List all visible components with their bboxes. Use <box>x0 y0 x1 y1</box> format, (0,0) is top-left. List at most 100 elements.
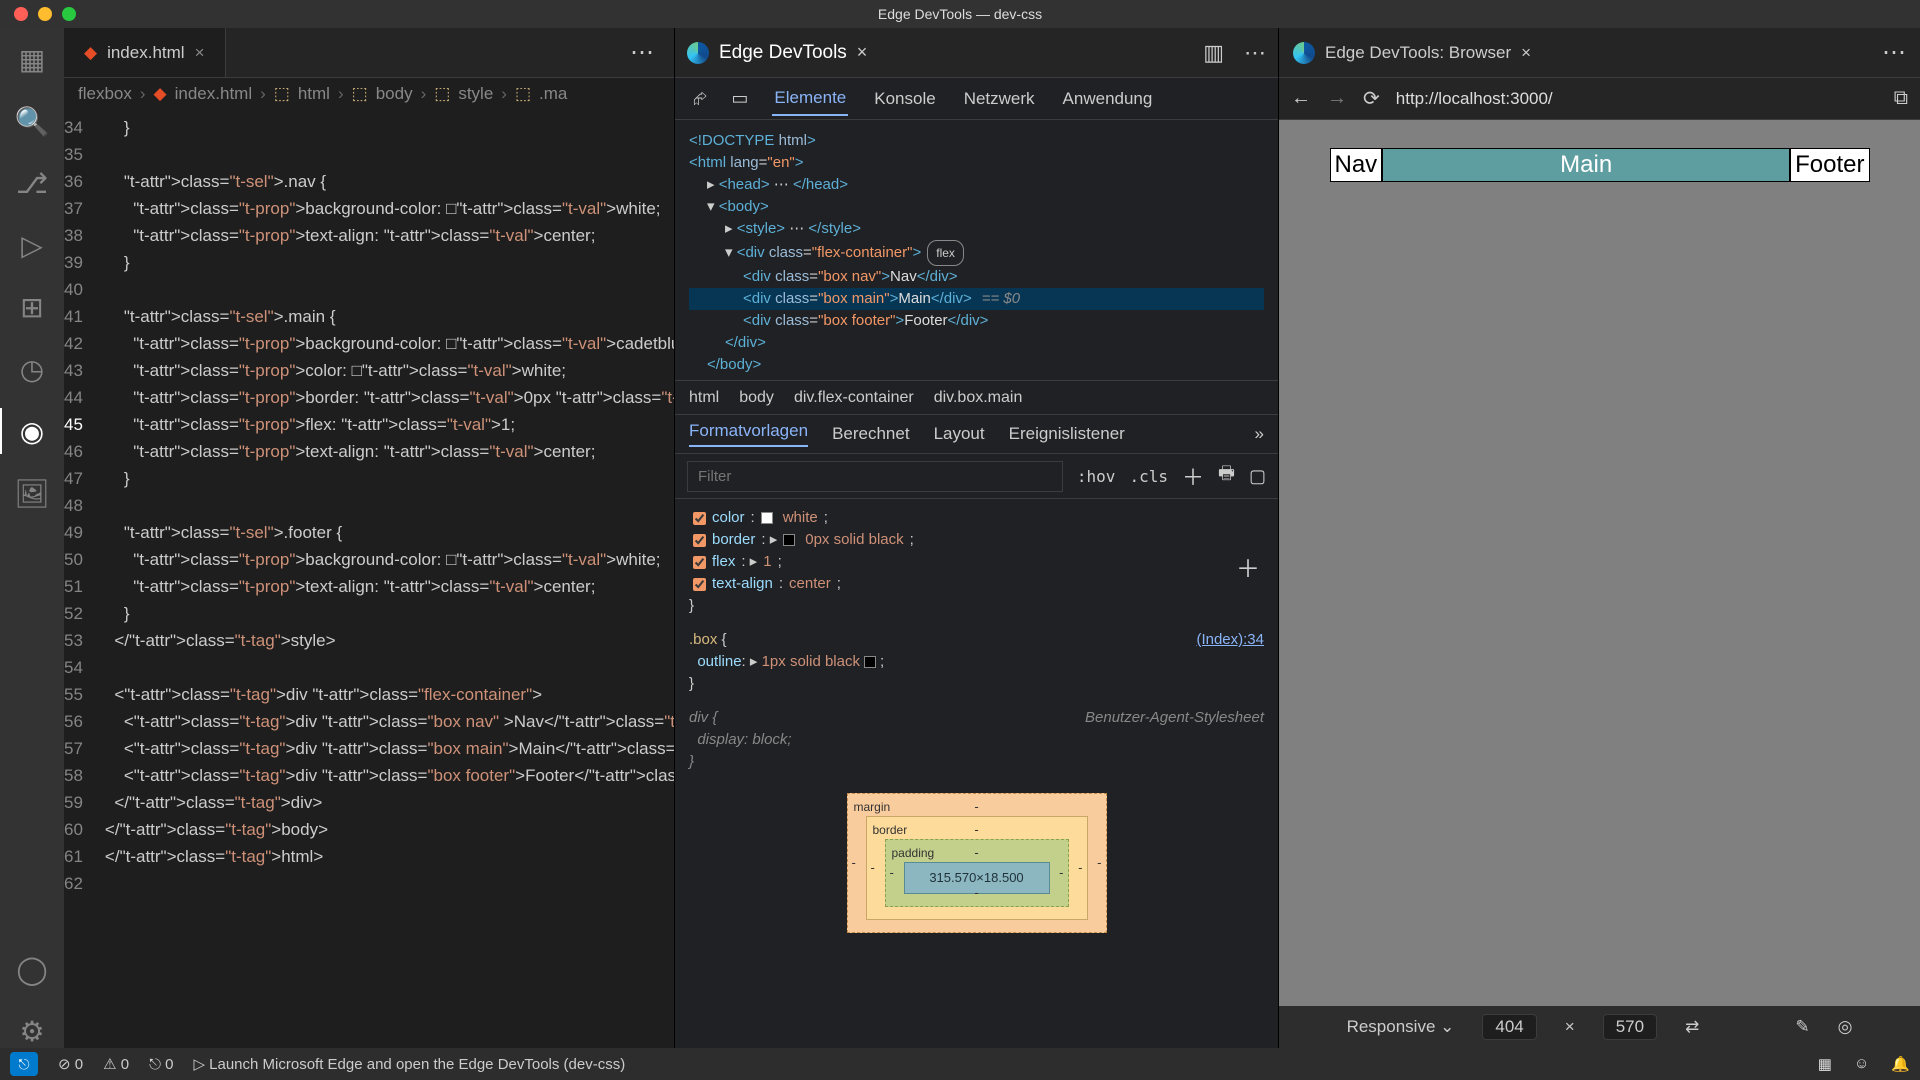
search-icon[interactable]: 🔍 <box>15 104 49 138</box>
html-file-icon: ◆ <box>84 43 97 63</box>
tab-konsole[interactable]: Konsole <box>872 83 937 115</box>
add-declaration-icon[interactable]: ＋ <box>1236 559 1260 581</box>
preview-nav: Nav <box>1330 148 1383 182</box>
styles-pane[interactable]: color: white; border: ▸ 0px solid black;… <box>675 499 1278 941</box>
status-warnings[interactable]: ⚠ 0 <box>103 1055 129 1073</box>
remote-indicator[interactable]: ⎋ <box>10 1052 38 1076</box>
devtools-more-icon[interactable]: ⋯ <box>1244 40 1266 66</box>
inspect-element-icon[interactable]: ⮳ <box>693 88 707 109</box>
split-editor-icon[interactable]: ▥ <box>1203 40 1224 66</box>
status-launch-hint[interactable]: ▷ Launch Microsoft Edge and open the Edg… <box>193 1055 625 1073</box>
breadcrumb-item[interactable]: flexbox <box>78 84 132 104</box>
device-height-input[interactable]: 570 <box>1603 1014 1657 1040</box>
stab-berechnet[interactable]: Berechnet <box>832 424 910 444</box>
media-icon[interactable]: 🖼 <box>15 476 49 510</box>
close-devtools-tab-icon[interactable]: × <box>857 42 868 63</box>
ua-stylesheet-label: Benutzer-Agent-Stylesheet <box>1085 707 1264 729</box>
status-bell-icon[interactable]: 🔔 <box>1891 1055 1910 1073</box>
close-browser-tab-icon[interactable]: × <box>1521 43 1531 63</box>
settings-gear-icon[interactable]: ⚙ <box>15 1014 49 1048</box>
device-settings-icon[interactable]: ◎ <box>1838 1017 1853 1037</box>
editor-tab-label: index.html <box>107 43 184 63</box>
device-emulation-icon[interactable]: ▭ <box>731 88 748 109</box>
status-ports[interactable]: ⎋ 0 <box>149 1056 173 1073</box>
status-feedback-icon[interactable]: ☺ <box>1854 1055 1869 1073</box>
stab-events[interactable]: Ereignislistener <box>1009 424 1125 444</box>
tab-elemente[interactable]: Elemente <box>772 82 848 116</box>
maximize-window-button[interactable] <box>62 7 76 21</box>
breadcrumb-item[interactable]: body <box>376 84 413 104</box>
crumb-body[interactable]: body <box>739 389 774 407</box>
source-control-icon[interactable]: ⎇ <box>15 166 49 200</box>
preview-footer: Footer <box>1790 148 1869 182</box>
bm-padding-label: padding <box>892 842 935 864</box>
code-editor[interactable]: 3435363738394041424344454647484950515253… <box>64 110 674 1048</box>
editor-breadcrumb[interactable]: flexbox› ◆index.html› ⬚html› ⬚body› ⬚sty… <box>64 78 674 110</box>
breadcrumb-item[interactable]: index.html <box>175 84 252 104</box>
explorer-icon[interactable]: ▦ <box>15 42 49 76</box>
devtools-dom-tree[interactable]: <!DOCTYPE html> <html lang="en"> ▸ <head… <box>675 120 1278 380</box>
devtools-dom-crumbs[interactable]: html body div.flex-container div.box.mai… <box>675 380 1278 414</box>
styles-filter-input[interactable] <box>687 461 1063 492</box>
toggle-computed-icon[interactable]: ▢ <box>1249 466 1266 487</box>
breadcrumb-item[interactable]: style <box>458 84 493 104</box>
crumb-html[interactable]: html <box>689 389 719 407</box>
cls-toggle[interactable]: .cls <box>1129 467 1168 486</box>
stab-layout[interactable]: Layout <box>934 424 985 444</box>
rule-selector-div: div <box>689 709 708 726</box>
device-toolbar: Responsive ⌄ 404 × 570 ⇄ ✎ ◎ <box>1279 1006 1920 1048</box>
minimize-window-button[interactable] <box>38 7 52 21</box>
activity-bar: ▦ 🔍 ⎇ ▷ ⊞ ◷ ◉ 🖼 ◯ ⚙ <box>0 28 64 1048</box>
breadcrumb-item[interactable]: .ma <box>539 84 567 104</box>
stab-formatvorlagen[interactable]: Formatvorlagen <box>689 421 808 447</box>
editor-tab-index-html[interactable]: ◆ index.html × <box>64 28 226 77</box>
breadcrumb-item[interactable]: html <box>298 84 330 104</box>
accounts-icon[interactable]: ◯ <box>15 952 49 986</box>
window-title: Edge DevTools — dev-css <box>878 6 1042 22</box>
devtools-tab-row: Edge DevTools × ▥ ⋯ <box>675 28 1278 78</box>
browser-tab-title: Edge DevTools: Browser <box>1325 43 1511 63</box>
browser-more-icon[interactable]: ⋯ <box>1882 38 1906 67</box>
status-layout-icon[interactable]: ▦ <box>1818 1055 1832 1073</box>
close-window-button[interactable] <box>14 7 28 21</box>
rule-source-link[interactable]: (Index):34 <box>1196 629 1264 651</box>
crumb-main[interactable]: div.box.main <box>934 389 1023 407</box>
styles-more-icon[interactable]: » <box>1255 424 1264 444</box>
print-media-icon[interactable]: 🖶 <box>1218 461 1235 491</box>
device-eyedropper-icon[interactable]: ✎ <box>1795 1017 1809 1037</box>
nav-back-icon[interactable]: ← <box>1291 87 1311 110</box>
run-debug-icon[interactable]: ▷ <box>15 228 49 262</box>
new-style-rule-icon[interactable]: ＋ <box>1182 460 1204 492</box>
edge-logo-icon <box>1293 42 1315 64</box>
devtools-panel-tabs: ⮳ ▭ Elemente Konsole Netzwerk Anwendung <box>675 78 1278 120</box>
crumb-container[interactable]: div.flex-container <box>794 389 914 407</box>
nav-forward-icon[interactable]: → <box>1327 87 1347 110</box>
edge-devtools-icon[interactable]: ◉ <box>15 414 49 448</box>
device-mode[interactable]: Responsive ⌄ <box>1347 1017 1455 1037</box>
extensions-icon[interactable]: ⊞ <box>15 290 49 324</box>
rule-selector-box: .box <box>689 631 717 648</box>
browser-viewport[interactable]: Nav Main Footer <box>1330 148 1870 182</box>
device-swap-icon[interactable]: ⇄ <box>1685 1017 1699 1037</box>
browser-tab[interactable]: Edge DevTools: Browser × <box>1293 42 1531 64</box>
device-width-input[interactable]: 404 <box>1482 1014 1536 1040</box>
window-titlebar: Edge DevTools — dev-css <box>0 0 1920 28</box>
bm-border-label: border <box>873 819 908 841</box>
screencast-toggle-icon[interactable]: ⧉ <box>1894 87 1908 110</box>
editor-tab-row: ◆ index.html × ⋯ <box>64 28 674 78</box>
hov-toggle[interactable]: :hov <box>1077 467 1116 486</box>
styles-filter-row: :hov .cls ＋ 🖶 ▢ <box>675 454 1278 499</box>
traffic-lights <box>0 7 76 21</box>
bm-margin-label: margin <box>854 796 891 818</box>
box-model-diagram[interactable]: margin - border - padding --- 315.570×18… <box>847 793 1107 933</box>
browser-url[interactable]: http://localhost:3000/ <box>1396 89 1878 109</box>
edge-logo-icon <box>687 42 709 64</box>
nav-reload-icon[interactable]: ⟳ <box>1363 86 1380 111</box>
editor-more-icon[interactable]: ⋯ <box>610 38 674 67</box>
devtools-ext-icon[interactable]: ◷ <box>15 352 49 386</box>
tab-netzwerk[interactable]: Netzwerk <box>962 83 1037 115</box>
editor-column: ◆ index.html × ⋯ flexbox› ◆index.html› ⬚… <box>64 28 674 1048</box>
status-errors[interactable]: ⊘ 0 <box>58 1055 83 1073</box>
close-tab-icon[interactable]: × <box>195 43 205 63</box>
tab-anwendung[interactable]: Anwendung <box>1061 83 1155 115</box>
